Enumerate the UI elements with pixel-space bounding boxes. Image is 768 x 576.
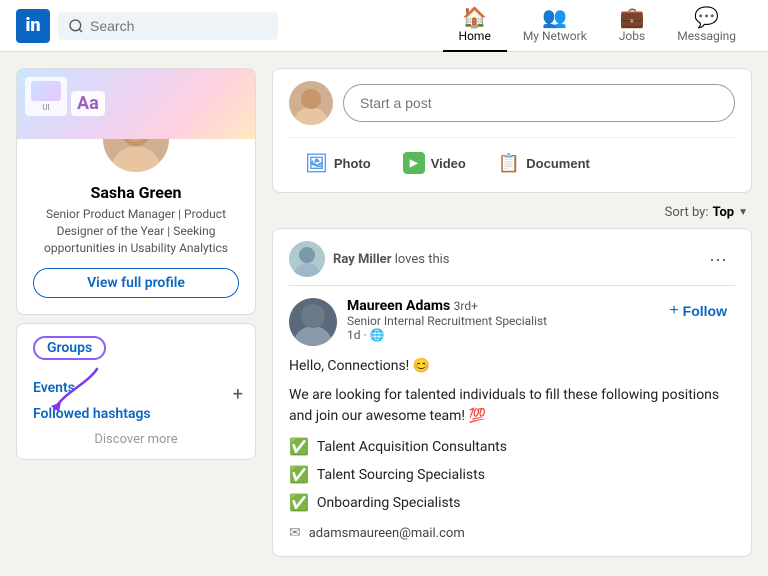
jobs-icon: 💼 <box>620 7 645 27</box>
sidebar-links: Groups Events Followed hashtags + Discov… <box>16 323 256 460</box>
profile-title: Senior Product Manager | Product Designe… <box>17 206 255 256</box>
checklist-item-3: ✅ Onboarding Specialists <box>289 491 735 515</box>
post-input-row <box>289 81 735 125</box>
follow-label: Follow <box>683 303 727 319</box>
author-avatar-svg <box>289 298 337 346</box>
email-icon: ✉ <box>289 523 301 544</box>
document-icon: 📋 <box>498 153 520 174</box>
post-input[interactable] <box>343 84 735 122</box>
search-input[interactable] <box>90 18 268 34</box>
photo-icon: 🖼 <box>305 153 328 174</box>
sort-dropdown-icon[interactable]: ▼ <box>738 207 748 218</box>
check-icon-2: ✅ <box>289 463 309 487</box>
check-icon-3: ✅ <box>289 491 309 515</box>
author-name-row: Maureen Adams 3rd+ <box>347 298 651 314</box>
discover-more-link[interactable]: Discover more <box>33 432 239 447</box>
feed-post-section: Maureen Adams 3rd+ Senior Internal Recru… <box>273 286 751 556</box>
nav-jobs-label: Jobs <box>619 29 645 43</box>
network-icon: 👥 <box>542 7 567 27</box>
author-meta: 1d · 🌐 <box>347 328 651 342</box>
nav-network-label: My Network <box>523 29 587 43</box>
search-icon <box>68 18 84 34</box>
checklist-item-2: ✅ Talent Sourcing Specialists <box>289 463 735 487</box>
home-icon: 🏠 <box>462 7 487 27</box>
sort-value: Top <box>712 205 734 220</box>
add-sidebar-button[interactable]: + <box>233 384 243 405</box>
position-1: Talent Acquisition Consultants <box>317 437 507 458</box>
nav-home[interactable]: 🏠 Home <box>443 0 507 52</box>
photo-action-button[interactable]: 🖼 Photo <box>289 146 387 180</box>
follow-button[interactable]: + Follow <box>661 298 735 324</box>
profile-name: Sasha Green <box>17 183 255 202</box>
activity-user-avatar <box>289 241 325 277</box>
nav-messaging[interactable]: 💬 Messaging <box>661 0 752 52</box>
photo-label: Photo <box>334 156 371 171</box>
feed-card: Ray Miller loves this ··· <box>272 228 752 557</box>
author-name: Maureen Adams <box>347 298 450 314</box>
activity-avatar-svg <box>289 241 325 277</box>
current-user-avatar <box>289 81 333 125</box>
activity-action: loves this <box>395 252 450 267</box>
document-label: Document <box>526 156 590 171</box>
current-user-avatar-svg <box>289 81 333 125</box>
author-avatar <box>289 298 337 346</box>
activity-text: Ray Miller loves this <box>333 252 693 267</box>
messaging-icon: 💬 <box>694 7 719 27</box>
feed: 🖼 Photo ▶ Video 📋 Document Sort by: Top … <box>272 68 752 557</box>
contact-email: adamsmaureen@mail.com <box>309 524 465 544</box>
feed-card-activity: Ray Miller loves this ··· <box>273 229 751 285</box>
groups-arrow <box>47 364 107 418</box>
main-layout: UI Aa Sasha Green Se <box>0 68 768 557</box>
video-label: Video <box>431 156 466 171</box>
nav-jobs[interactable]: 💼 Jobs <box>603 0 661 52</box>
nav-messaging-label: Messaging <box>677 29 736 43</box>
checklist-item-1: ✅ Talent Acquisition Consultants <box>289 435 735 459</box>
profile-card: UI Aa Sasha Green Se <box>16 68 256 315</box>
header: in 🏠 Home 👥 My Network 💼 Jobs 💬 Messagin… <box>0 0 768 52</box>
check-icon-1: ✅ <box>289 435 309 459</box>
activity-user-name: Ray Miller <box>333 252 391 267</box>
sidebar-item-groups[interactable]: Groups <box>33 336 106 360</box>
position-3: Onboarding Specialists <box>317 493 461 514</box>
linkedin-logo[interactable]: in <box>16 9 50 43</box>
author-badge: 3rd+ <box>454 299 478 313</box>
post-box: 🖼 Photo ▶ Video 📋 Document <box>272 68 752 193</box>
nav-home-label: Home <box>459 29 491 43</box>
profile-banner: UI Aa <box>17 69 255 139</box>
post-greeting: Hello, Connections! 😊 <box>289 356 735 377</box>
search-bar[interactable] <box>58 12 278 40</box>
email-row: ✉ adamsmaureen@mail.com <box>289 523 735 544</box>
follow-plus-icon: + <box>669 302 678 320</box>
more-options-button[interactable]: ··· <box>701 245 735 274</box>
banner-aa: Aa <box>71 91 105 116</box>
position-2: Talent Sourcing Specialists <box>317 465 485 486</box>
video-icon: ▶ <box>403 152 425 174</box>
author-info: Maureen Adams 3rd+ Senior Internal Recru… <box>347 298 651 342</box>
post-body: Hello, Connections! 😊 We are looking for… <box>289 356 735 544</box>
banner-decoration: UI <box>25 77 67 116</box>
post-intro: We are looking for talented individuals … <box>289 385 735 427</box>
sort-bar: Sort by: Top ▼ <box>272 205 752 220</box>
document-action-button[interactable]: 📋 Document <box>482 146 606 180</box>
main-nav: 🏠 Home 👥 My Network 💼 Jobs 💬 Messaging <box>443 0 752 52</box>
post-actions: 🖼 Photo ▶ Video 📋 Document <box>289 137 735 180</box>
nav-network[interactable]: 👥 My Network <box>507 0 603 52</box>
author-title: Senior Internal Recruitment Specialist <box>347 314 651 328</box>
sidebar: UI Aa Sasha Green Se <box>16 68 256 557</box>
view-profile-button[interactable]: View full profile <box>33 268 239 298</box>
feed-post-header: Maureen Adams 3rd+ Senior Internal Recru… <box>289 298 735 346</box>
video-action-button[interactable]: ▶ Video <box>387 146 482 180</box>
sort-label-text: Sort by: <box>665 205 709 220</box>
